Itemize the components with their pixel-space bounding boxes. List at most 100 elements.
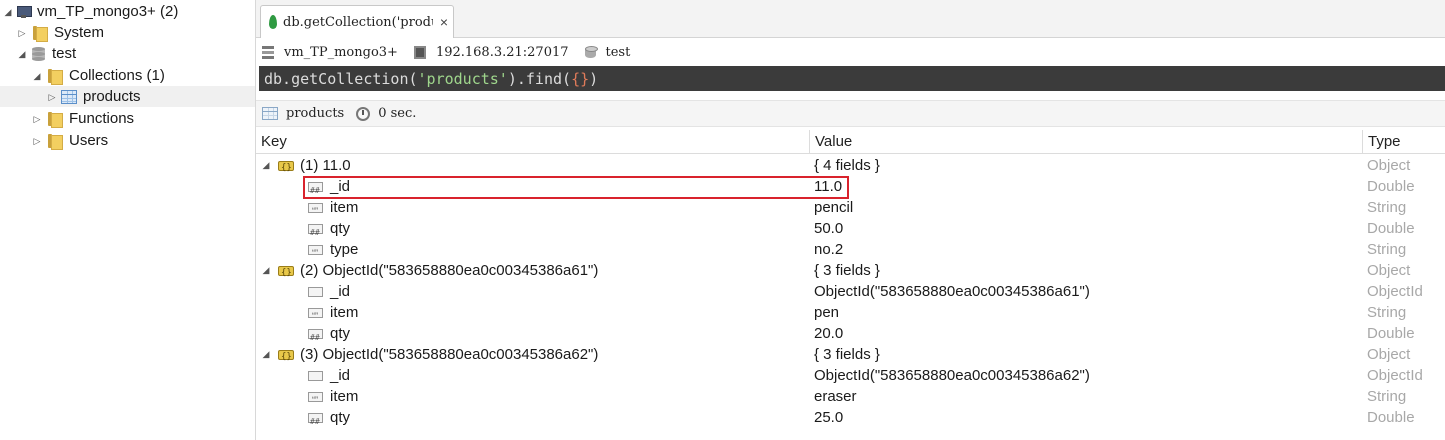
field-row[interactable]: qty 20.0 Double — [256, 323, 1445, 348]
tab-bar: db.getCollection('produc… × — [256, 0, 1445, 38]
number-field-icon — [308, 180, 323, 201]
column-header-key[interactable]: Key — [256, 130, 810, 154]
expand-arrow-icon[interactable]: ▷ — [17, 28, 27, 38]
code-suffix: ) — [589, 69, 599, 88]
tree-collection-products[interactable]: ▷ products — [0, 86, 255, 107]
objectid-field-icon — [308, 286, 323, 297]
mongodb-leaf-icon — [269, 15, 277, 29]
tree-connection[interactable]: ◢ vm_TP_mongo3+ (2) — [0, 1, 255, 22]
field-row[interactable]: qty 50.0 Double — [256, 218, 1445, 243]
tree-users[interactable]: ▷ Users — [0, 130, 255, 151]
info-host-label: 192.168.3.21:27017 — [435, 44, 569, 60]
row-type: Object — [1367, 157, 1411, 174]
field-row[interactable]: item pencil String — [256, 197, 1445, 222]
tree-functions[interactable]: ▷ Functions — [0, 108, 255, 129]
functions-label: Functions — [69, 110, 135, 127]
row-type: String — [1367, 199, 1407, 216]
expand-arrow-icon[interactable]: ▷ — [32, 136, 42, 146]
row-type: String — [1367, 304, 1407, 321]
row-value: 25.0 — [814, 409, 844, 426]
connection-tree: ◢ vm_TP_mongo3+ (2) ▷ System ◢ test ◢ Co… — [0, 0, 256, 440]
server-icon — [262, 45, 274, 59]
info-connection: vm_TP_mongo3+ — [262, 45, 398, 60]
row-key: qty — [330, 325, 351, 342]
code-prefix: db.getCollection( — [264, 69, 418, 88]
column-header-value[interactable]: Value — [810, 130, 1363, 154]
system-label: System — [54, 24, 105, 41]
row-value: { 3 fields } — [814, 262, 880, 279]
document-icon — [278, 347, 294, 368]
info-host: 192.168.3.21:27017 — [413, 44, 569, 60]
info-database-label: test — [605, 44, 631, 60]
collapse-arrow-icon[interactable]: ◢ — [3, 7, 13, 17]
document-icon — [278, 158, 294, 179]
row-key: qty — [330, 409, 351, 426]
collapse-arrow-icon[interactable]: ◢ — [260, 155, 272, 176]
field-row[interactable]: type no.2 String — [256, 239, 1445, 264]
result-time: 0 sec. — [378, 106, 417, 121]
code-string-literal: 'products' — [417, 69, 508, 88]
connection-info-bar: vm_TP_mongo3+ 192.168.3.21:27017 test — [256, 38, 1445, 66]
query-editor[interactable]: db.getCollection('products').find({}) — [259, 66, 1445, 91]
connection-label: vm_TP_mongo3+ (2) — [37, 3, 179, 20]
tab-title: db.getCollection('produc… — [283, 14, 433, 30]
number-field-icon — [308, 411, 323, 432]
row-key: (1) 11.0 — [300, 157, 351, 174]
document-row[interactable]: ◢ (1) 11.0 { 4 fields } Object — [256, 155, 1445, 179]
row-type: ObjectId — [1367, 367, 1423, 384]
row-type: String — [1367, 241, 1407, 258]
string-field-icon — [308, 201, 323, 222]
collection-table-icon — [262, 107, 278, 120]
collection-label: products — [83, 88, 141, 105]
document-row[interactable]: ◢ (2) ObjectId("583658880ea0c00345386a61"… — [256, 260, 1445, 284]
field-row[interactable]: qty 25.0 Double — [256, 407, 1445, 432]
field-row[interactable]: _id 11.0 Double — [256, 176, 1445, 201]
code-braces: {} — [571, 69, 590, 88]
close-icon[interactable]: × — [437, 14, 451, 30]
row-value: eraser — [814, 388, 857, 405]
row-type: Double — [1367, 409, 1415, 426]
row-value: 20.0 — [814, 325, 844, 342]
query-panel: db.getCollection('produc… × vm_TP_mongo3… — [256, 0, 1445, 440]
row-type: String — [1367, 388, 1407, 405]
database-icon — [584, 45, 598, 59]
row-value: no.2 — [814, 241, 844, 258]
string-field-icon — [308, 306, 323, 327]
row-type: Object — [1367, 262, 1411, 279]
folder-icon — [47, 111, 63, 128]
row-key: item — [330, 199, 359, 216]
field-row[interactable]: _id ObjectId("583658880ea0c00345386a61")… — [256, 281, 1445, 302]
collapse-arrow-icon[interactable]: ◢ — [32, 71, 42, 81]
row-value: { 4 fields } — [814, 157, 880, 174]
database-icon — [32, 46, 45, 61]
row-type: Double — [1367, 178, 1415, 195]
collapse-arrow-icon[interactable]: ◢ — [260, 260, 272, 281]
tab-query[interactable]: db.getCollection('produc… × — [260, 5, 454, 38]
tree-database-test[interactable]: ◢ test — [0, 43, 255, 64]
code-middle: ).find( — [507, 69, 572, 88]
row-value: ObjectId("583658880ea0c00345386a62") — [814, 367, 1090, 384]
row-key: _id — [330, 283, 351, 300]
tree-collections[interactable]: ◢ Collections (1) — [0, 65, 255, 86]
field-row[interactable]: item pen String — [256, 302, 1445, 327]
tree-system[interactable]: ▷ System — [0, 22, 255, 43]
document-row[interactable]: ◢ (3) ObjectId("583658880ea0c00345386a62"… — [256, 344, 1445, 368]
row-type: Object — [1367, 346, 1411, 363]
expand-arrow-icon[interactable]: ▷ — [47, 92, 57, 102]
collapse-arrow-icon[interactable]: ◢ — [17, 49, 27, 59]
collection-table-icon — [61, 89, 77, 104]
field-row[interactable]: _id ObjectId("583658880ea0c00345386a62")… — [256, 365, 1445, 386]
result-collection: products — [286, 106, 345, 121]
row-key: _id — [330, 367, 351, 384]
number-field-icon — [308, 222, 323, 243]
row-type: Double — [1367, 220, 1415, 237]
result-status-bar: products 0 sec. — [256, 100, 1445, 127]
field-row[interactable]: item eraser String — [256, 386, 1445, 411]
number-field-icon — [308, 327, 323, 348]
column-header-type[interactable]: Type — [1363, 130, 1445, 154]
row-value: pencil — [814, 199, 854, 216]
results-table-header: Key Value Type — [256, 130, 1445, 154]
expand-arrow-icon[interactable]: ▷ — [32, 114, 42, 124]
collapse-arrow-icon[interactable]: ◢ — [260, 344, 272, 365]
row-type: Double — [1367, 325, 1415, 342]
